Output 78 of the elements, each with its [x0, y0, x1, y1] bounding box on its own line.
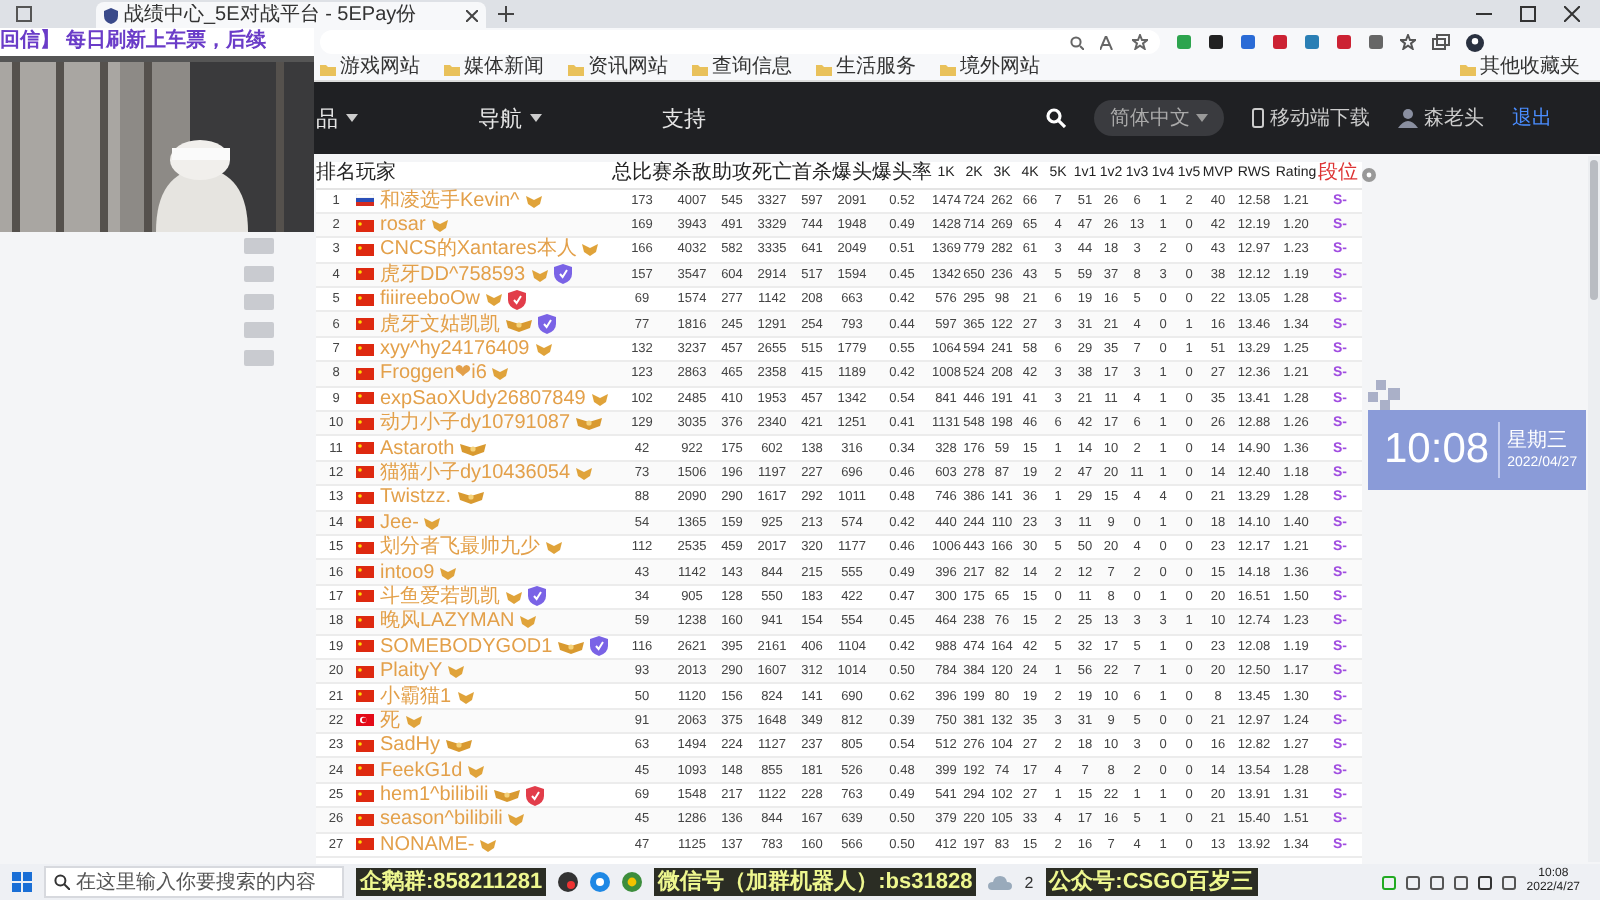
- column-header: 首杀: [792, 162, 832, 188]
- player-name[interactable]: CNCS的Xantares本人: [380, 238, 577, 261]
- player-name[interactable]: NONAME-: [380, 833, 475, 856]
- player-name[interactable]: rosar: [380, 214, 426, 237]
- folder-icon: [568, 61, 584, 75]
- mobile-download-link[interactable]: 移动端下载: [1252, 104, 1370, 132]
- player-name[interactable]: hem1^bilibili: [380, 784, 489, 807]
- language-select[interactable]: 简体中文: [1094, 100, 1224, 136]
- nav-menu[interactable]: 导航: [478, 103, 542, 133]
- player-name[interactable]: xyy^hy24176409: [380, 338, 530, 361]
- player-name[interactable]: 小霸猫1: [380, 685, 452, 707]
- avatar-icon: [1398, 108, 1418, 128]
- column-header: 死亡: [752, 162, 792, 188]
- stream-banner: 回信】 每日刷新上车票，后续: [0, 28, 314, 56]
- bookmark-folder[interactable]: 生活服务: [816, 56, 916, 80]
- bookmark-folder[interactable]: 游戏网站: [320, 56, 420, 80]
- player-name[interactable]: Twistzz.: [380, 486, 452, 509]
- squares-drawing: [1368, 380, 1400, 410]
- plus-icon[interactable]: [498, 6, 514, 22]
- folder-icon: [444, 61, 460, 75]
- bookmark-folder[interactable]: 境外网站: [940, 56, 1040, 80]
- clock-time: 10:08: [1384, 426, 1490, 474]
- player-name[interactable]: 划分者飞最帅九少: [380, 536, 540, 559]
- collections-icon[interactable]: [1432, 34, 1450, 50]
- window-icon[interactable]: [16, 6, 32, 22]
- folder-icon: [1460, 61, 1476, 75]
- read-aloud-icon[interactable]: [1100, 35, 1116, 49]
- player-name[interactable]: fiiireeboOw: [380, 288, 481, 311]
- close-icon[interactable]: [466, 9, 478, 21]
- player-name[interactable]: 死: [380, 709, 400, 732]
- windows-icon[interactable]: [12, 872, 32, 892]
- bookmark-folder[interactable]: 其他收藏夹: [1460, 56, 1580, 80]
- column-header: 杀敌: [672, 162, 712, 188]
- player-name[interactable]: SOMEBODYGOD1: [380, 635, 553, 658]
- star-icon[interactable]: [1132, 34, 1148, 50]
- player-name[interactable]: Jee-: [380, 511, 419, 534]
- close-icon[interactable]: [1564, 6, 1580, 22]
- user-menu[interactable]: 森老头: [1398, 104, 1484, 132]
- bookmark-folder[interactable]: 资讯网站: [568, 56, 668, 80]
- nav-menu[interactable]: 品: [316, 103, 358, 133]
- bookmark-folder[interactable]: 查询信息: [692, 56, 792, 80]
- column-header: 总比赛: [612, 162, 672, 188]
- address-field[interactable]: [320, 30, 1160, 54]
- player-name[interactable]: SadHy: [380, 734, 441, 757]
- column-header: 爆头率: [872, 162, 932, 188]
- scrollbar[interactable]: [1588, 156, 1600, 862]
- logout-link[interactable]: 退出: [1512, 104, 1552, 132]
- player-name[interactable]: 斗鱼爱若凯凯: [380, 585, 500, 608]
- column-header: 助攻: [712, 162, 752, 188]
- folder-icon: [320, 61, 336, 75]
- app-icon[interactable]: [558, 872, 579, 892]
- phone-icon: [1252, 108, 1264, 128]
- shield-icon: [104, 7, 118, 23]
- search-icon: [54, 874, 70, 890]
- column-header: 玩家: [356, 162, 612, 188]
- nav-menu[interactable]: 支持: [662, 103, 706, 133]
- caret-icon: [1196, 114, 1208, 122]
- column-header: 爆头: [832, 162, 872, 188]
- help-icon[interactable]: [1362, 167, 1376, 182]
- overlay-text: 企鹅群:858211281: [356, 868, 547, 896]
- notification-count: 2: [1024, 873, 1034, 891]
- column-header: 段位: [1318, 162, 1358, 187]
- player-name[interactable]: expSaoXUdy26807849: [380, 387, 586, 410]
- folder-icon: [816, 61, 832, 75]
- column-header: 排名: [316, 162, 356, 188]
- bookmark-folder[interactable]: 媒体新闻: [444, 56, 544, 80]
- player-name[interactable]: Astaroth: [380, 437, 455, 460]
- folder-icon: [692, 61, 708, 75]
- search-icon[interactable]: [1046, 108, 1066, 128]
- overlay-text: 公众号:CSGO百岁三: [1045, 868, 1258, 896]
- maximize-icon[interactable]: [1520, 6, 1536, 22]
- folder-icon: [940, 61, 956, 75]
- player-name[interactable]: intoo9: [380, 561, 435, 584]
- player-name[interactable]: 和凌选手Kevin^: [380, 189, 520, 212]
- weekday-label: 星期三: [1507, 430, 1570, 452]
- profile-avatar-icon[interactable]: [1466, 33, 1484, 51]
- overlay-text: 微信号（加群机器人）:bs31828: [654, 868, 977, 896]
- favorites-icon[interactable]: [1400, 34, 1416, 50]
